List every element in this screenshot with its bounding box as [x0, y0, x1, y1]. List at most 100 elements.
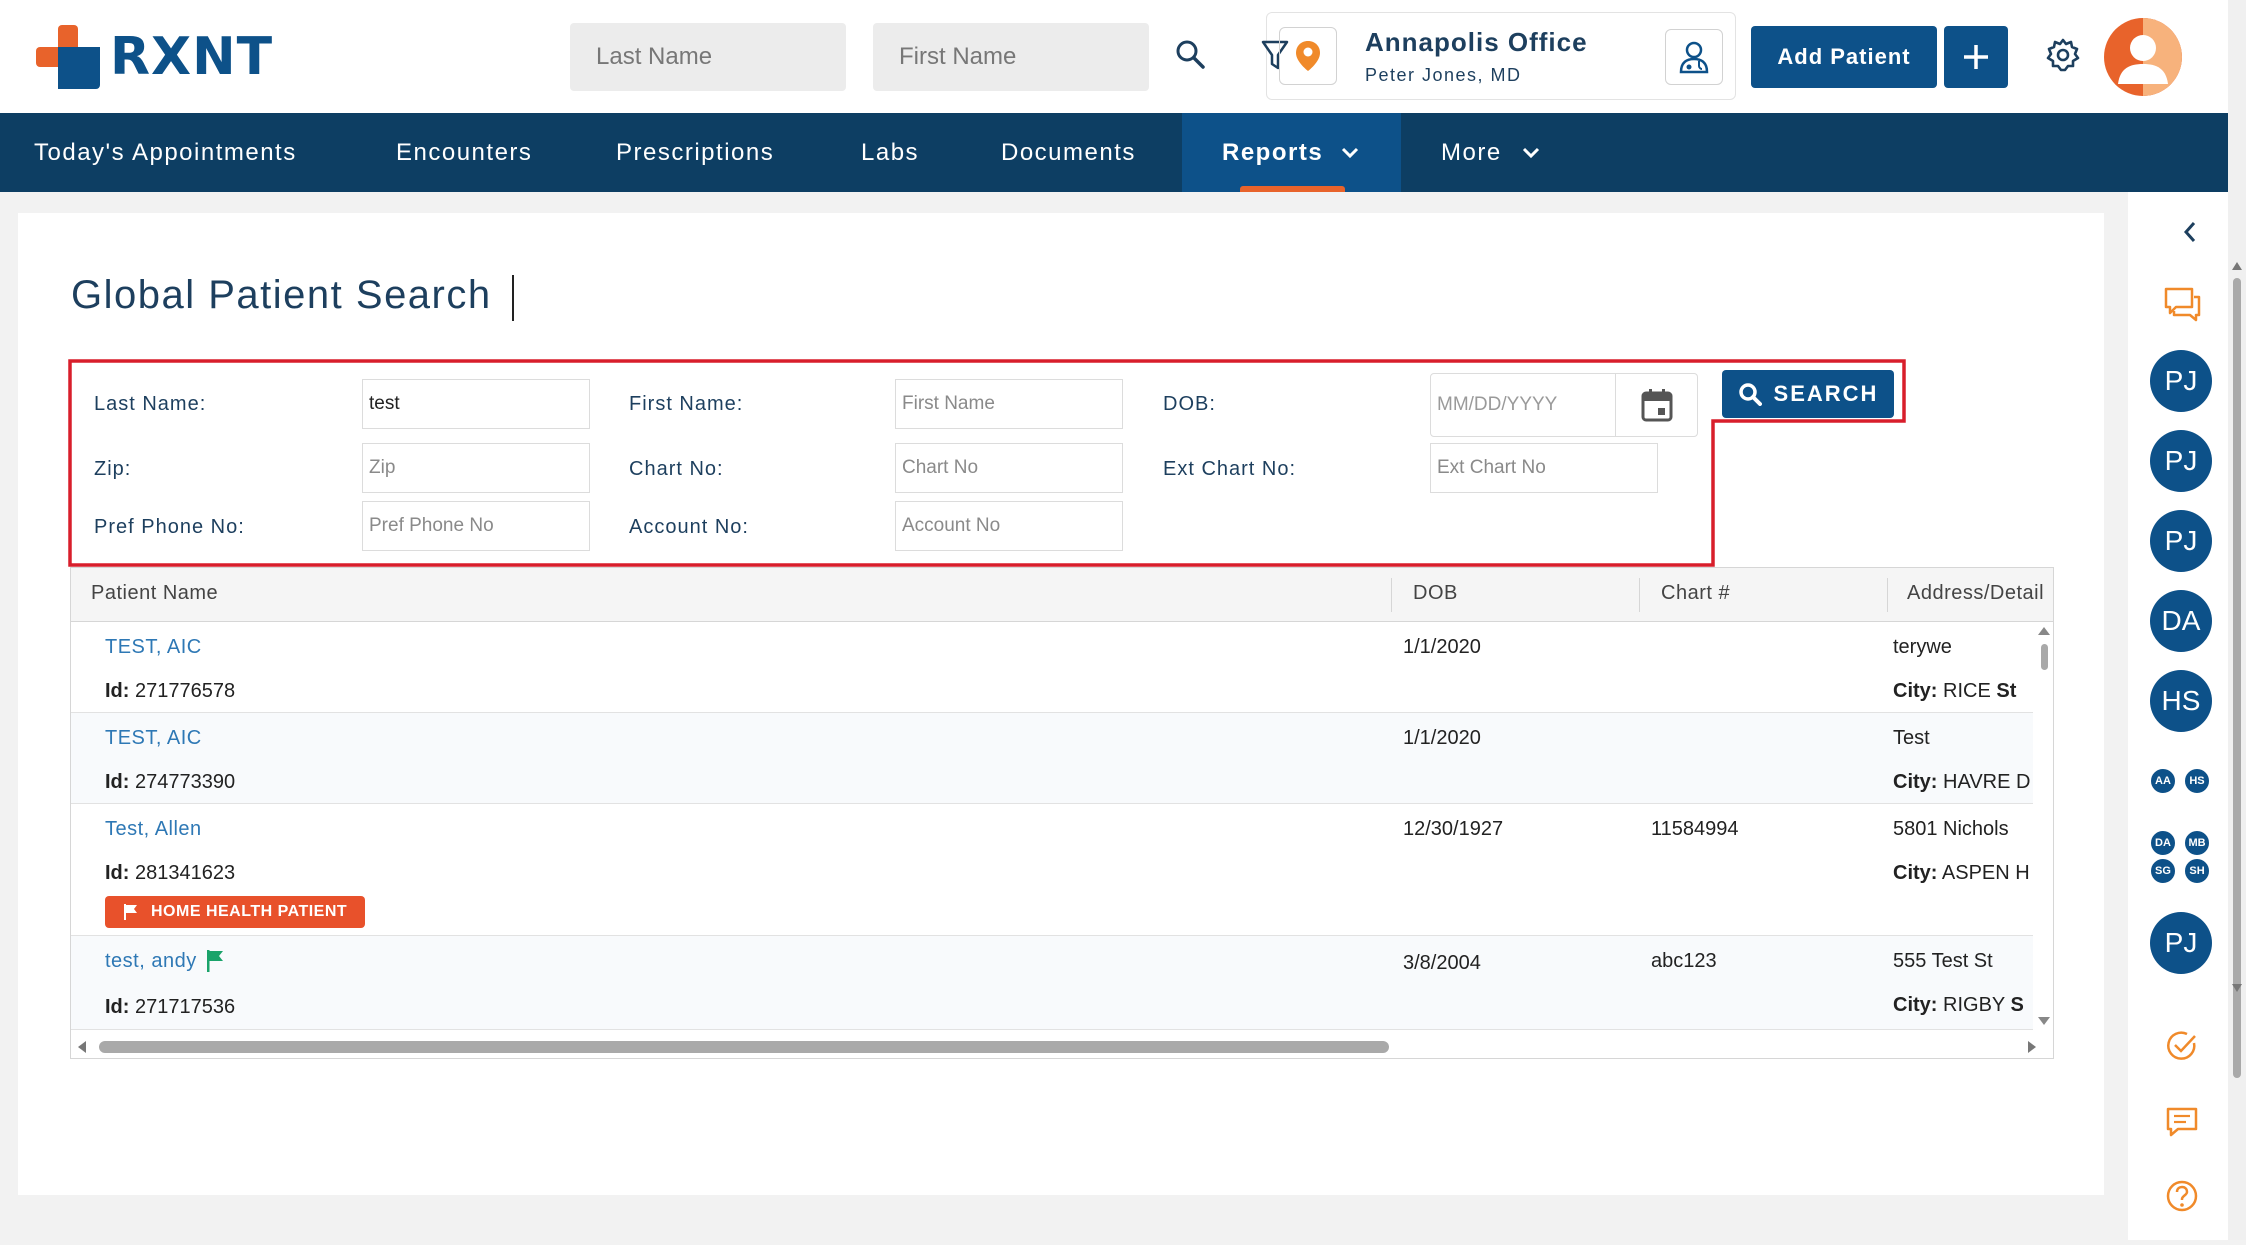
chart-no-label: Chart No:: [629, 458, 724, 480]
column-header-dob[interactable]: DOB: [1413, 582, 1458, 605]
user-avatar[interactable]: [2104, 18, 2182, 96]
nav-more[interactable]: More: [1401, 113, 1540, 192]
nav-todays-appointments[interactable]: Today's Appointments: [34, 113, 297, 192]
patient-dob: 12/30/1927: [1403, 818, 1504, 840]
zip-label: Zip:: [94, 458, 132, 480]
table-row[interactable]: TEST, AIC Id: 271776578 1/1/2020 terywe …: [71, 622, 2033, 713]
zip-input[interactable]: [362, 443, 590, 493]
right-sidebar: PJ PJ PJ DA HS AA HS DA MB SG SH PJ: [2128, 192, 2228, 1240]
dob-input[interactable]: [1431, 374, 1615, 436]
header-last-name-input[interactable]: [570, 23, 846, 91]
chat-bubbles-icon[interactable]: [2160, 282, 2204, 326]
column-header-address[interactable]: Address/Detail: [1907, 582, 2044, 605]
page-vertical-scrollbar[interactable]: [2228, 0, 2246, 1240]
pref-phone-label: Pref Phone No:: [94, 516, 245, 538]
table-row[interactable]: test, andy Id: 271717536 3/8/2004 abc123…: [71, 936, 2033, 1030]
first-name-input[interactable]: [895, 379, 1123, 429]
city-label: City:: [1893, 771, 1938, 793]
chevron-down-icon: [1342, 147, 1359, 158]
nav-labs[interactable]: Labs: [861, 113, 919, 192]
last-name-input[interactable]: [362, 379, 590, 429]
account-no-label: Account No:: [629, 516, 749, 538]
main-nav: Today's Appointments Encounters Prescrip…: [0, 113, 2228, 192]
horizontal-scroll-thumb[interactable]: [99, 1041, 1389, 1053]
patient-id: 274773390: [135, 771, 236, 793]
top-header: RXNT Annapolis Office Peter Jones, MD Ad…: [0, 0, 2228, 113]
message-icon[interactable]: [2164, 1104, 2200, 1140]
flag-icon: [124, 904, 137, 920]
add-patient-button[interactable]: Add Patient: [1751, 26, 1937, 88]
header-first-name-input[interactable]: [873, 23, 1149, 91]
patient-id: 271776578: [135, 680, 236, 702]
calendar-icon[interactable]: [1615, 374, 1697, 436]
user-avatar-da[interactable]: DA: [2150, 590, 2212, 652]
pref-phone-input[interactable]: [362, 501, 590, 551]
arrow-left-icon[interactable]: [75, 1040, 89, 1054]
patient-city: RIGBY: [1943, 994, 2005, 1016]
user-avatar-da[interactable]: DA: [2150, 830, 2176, 856]
column-header-patient-name[interactable]: Patient Name: [91, 582, 218, 605]
provider-icon[interactable]: [1665, 29, 1723, 85]
collapse-chevron-icon[interactable]: [2178, 220, 2202, 244]
ext-chart-no-label: Ext Chart No:: [1163, 458, 1297, 480]
search-icon[interactable]: [1170, 34, 1210, 74]
city-label: City:: [1893, 862, 1938, 884]
location-pin-icon[interactable]: [1279, 27, 1337, 85]
nav-reports[interactable]: Reports: [1182, 113, 1401, 192]
patient-name-link[interactable]: test, andy: [105, 950, 197, 972]
nav-encounters[interactable]: Encounters: [396, 113, 532, 192]
patient-name-link[interactable]: TEST, AIC: [105, 727, 202, 750]
nav-documents[interactable]: Documents: [1001, 113, 1136, 192]
user-avatar-sg[interactable]: SG: [2150, 858, 2176, 884]
gear-icon[interactable]: [2042, 34, 2084, 76]
office-provider: Peter Jones, MD: [1365, 65, 1522, 85]
patient-chart: abc123: [1651, 950, 1717, 972]
search-button-label: SEARCH: [1773, 381, 1879, 406]
table-row[interactable]: TEST, AIC Id: 274773390 1/1/2020 Test Ci…: [71, 713, 2033, 804]
check-circle-icon[interactable]: [2164, 1028, 2200, 1064]
dob-field[interactable]: [1430, 373, 1698, 437]
user-avatar-pj[interactable]: PJ: [2150, 912, 2212, 974]
office-selector[interactable]: Annapolis Office Peter Jones, MD: [1261, 12, 1736, 100]
page-title: Global Patient Search: [71, 273, 492, 317]
search-button[interactable]: SEARCH: [1722, 370, 1894, 418]
grid-vertical-scrollbar[interactable]: [2033, 622, 2053, 1030]
grid-horizontal-scrollbar[interactable]: [71, 1030, 2053, 1058]
patient-dob: 1/1/2020: [1403, 636, 1481, 658]
office-name: Annapolis Office: [1365, 27, 1588, 57]
badge-label: HOME HEALTH PATIENT: [151, 903, 348, 920]
main-panel: Global Patient Search Last Name: First N…: [18, 213, 2104, 1195]
patient-id: 271717536: [135, 996, 236, 1018]
patient-name-link[interactable]: TEST, AIC: [105, 636, 202, 659]
last-name-label: Last Name:: [94, 393, 207, 415]
patient-address: terywe: [1893, 636, 1952, 658]
user-avatar-sh[interactable]: SH: [2184, 858, 2210, 884]
rxnt-logo[interactable]: RXNT: [36, 24, 273, 90]
first-name-label: First Name:: [629, 393, 744, 415]
nav-prescriptions[interactable]: Prescriptions: [616, 113, 774, 192]
city-label: City:: [1893, 680, 1938, 702]
table-row[interactable]: Test, Allen Id: 281341623 HOME HEALTH PA…: [71, 804, 2033, 936]
patient-name-link[interactable]: Test, Allen: [105, 818, 202, 841]
arrow-right-icon[interactable]: [2025, 1040, 2039, 1054]
ext-chart-no-input[interactable]: [1430, 443, 1658, 493]
user-avatar-aa[interactable]: AA: [2150, 768, 2176, 794]
user-avatar-hs[interactable]: HS: [2184, 768, 2210, 794]
add-menu-button[interactable]: [1944, 26, 2008, 88]
active-tab-indicator: [1240, 186, 1345, 192]
account-no-input[interactable]: [895, 501, 1123, 551]
dob-label: DOB:: [1163, 393, 1216, 415]
help-icon[interactable]: [2164, 1178, 2200, 1214]
chart-no-input[interactable]: [895, 443, 1123, 493]
text-caret: [512, 275, 514, 321]
patient-address: 5801 Nichols: [1893, 818, 2009, 840]
column-header-chart[interactable]: Chart #: [1661, 582, 1730, 605]
user-avatar-pj[interactable]: PJ: [2150, 430, 2212, 492]
patient-city: RICE: [1943, 680, 1991, 702]
user-avatar-hs[interactable]: HS: [2150, 670, 2212, 732]
user-avatar-mb[interactable]: MB: [2184, 830, 2210, 856]
green-flag-icon: [207, 950, 224, 972]
user-avatar-pj[interactable]: PJ: [2150, 350, 2212, 412]
user-avatar-pj[interactable]: PJ: [2150, 510, 2212, 572]
patient-dob: 3/8/2004: [1403, 952, 1481, 974]
